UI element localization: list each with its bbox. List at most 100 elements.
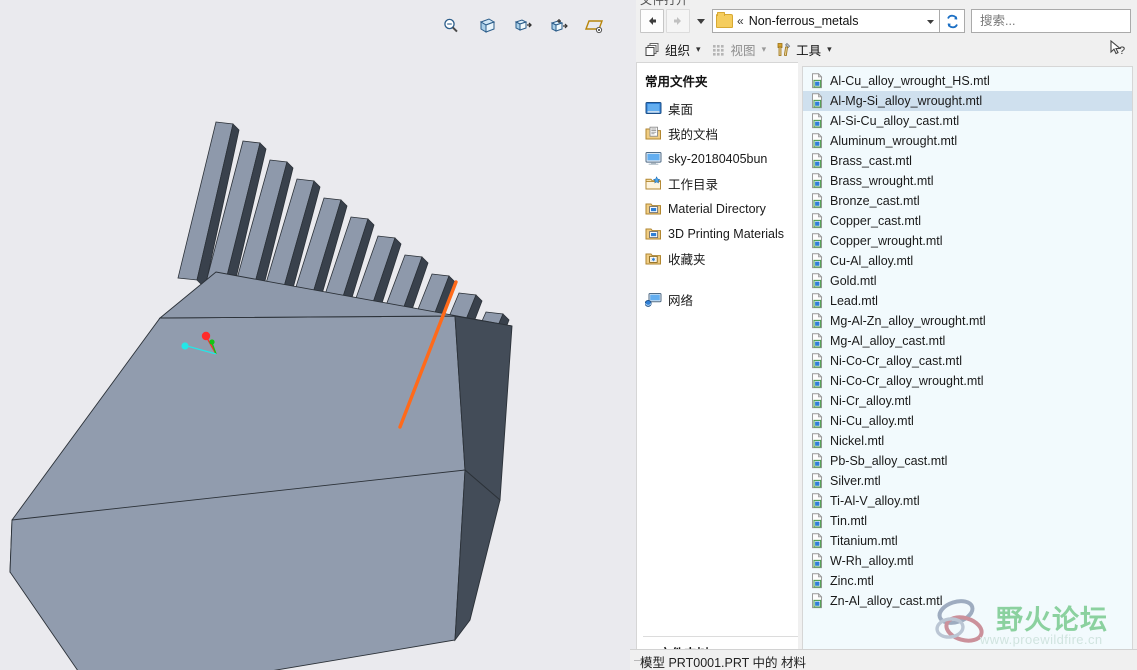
search-input-wrapper[interactable] bbox=[971, 9, 1131, 33]
file-list-item[interactable]: Nickel.mtl bbox=[803, 431, 1132, 451]
file-list-item[interactable]: Ni-Cr_alloy.mtl bbox=[803, 391, 1132, 411]
file-list-item[interactable]: Brass_cast.mtl bbox=[803, 151, 1132, 171]
file-name-label: Mg-Al-Zn_alloy_wrought.mtl bbox=[830, 314, 986, 328]
view-manager-icon[interactable] bbox=[546, 14, 572, 38]
file-list-item[interactable]: Tin.mtl bbox=[803, 511, 1132, 531]
computer-icon bbox=[645, 152, 662, 165]
file-list-item[interactable]: Zinc.mtl bbox=[803, 571, 1132, 591]
file-list-item[interactable]: Brass_wrought.mtl bbox=[803, 171, 1132, 191]
file-list-item[interactable]: Aluminum_wrought.mtl bbox=[803, 131, 1132, 151]
file-name-label: Ti-Al-V_alloy.mtl bbox=[830, 494, 920, 508]
search-input[interactable] bbox=[978, 13, 1124, 29]
breadcrumb-overflow-chevron[interactable]: « bbox=[737, 14, 744, 28]
menu-organize-label: 组织 bbox=[665, 43, 691, 58]
sidebar-item-material-directory[interactable]: Material Directory bbox=[643, 196, 798, 221]
file-name-label: W-Rh_alloy.mtl bbox=[830, 554, 914, 568]
material-file-icon bbox=[812, 253, 823, 269]
file-list-item[interactable]: Al-Si-Cu_alloy_cast.mtl bbox=[803, 111, 1132, 131]
dialog-body: 常用文件夹 桌面 我的文档 sky-20180405bun 工作目录 Mater… bbox=[636, 62, 1137, 670]
file-name-label: Brass_wrought.mtl bbox=[830, 174, 934, 188]
file-list-item[interactable]: Ti-Al-V_alloy.mtl bbox=[803, 491, 1132, 511]
file-name-label: Titanium.mtl bbox=[830, 534, 898, 548]
file-list-item[interactable]: Mg-Al-Zn_alloy_wrought.mtl bbox=[803, 311, 1132, 331]
file-name-label: Al-Mg-Si_alloy_wrought.mtl bbox=[830, 94, 983, 108]
file-name-label: Silver.mtl bbox=[830, 474, 881, 488]
model-canvas[interactable] bbox=[0, 0, 636, 670]
file-list-item[interactable]: Ni-Co-Cr_alloy_cast.mtl bbox=[803, 351, 1132, 371]
chevron-down-icon[interactable] bbox=[923, 11, 937, 31]
file-list-item[interactable]: Bronze_cast.mtl bbox=[803, 191, 1132, 211]
help-pointer-icon[interactable]: ? bbox=[1109, 39, 1127, 61]
menu-tools[interactable]: 工具 ▾ bbox=[773, 37, 839, 61]
material-file-icon bbox=[812, 233, 823, 249]
material-file-icon bbox=[812, 113, 823, 129]
forward-button[interactable] bbox=[666, 9, 690, 33]
material-file-icon bbox=[812, 593, 823, 609]
sidebar-item-my-documents[interactable]: 我的文档 bbox=[643, 121, 798, 146]
back-button[interactable] bbox=[640, 9, 664, 33]
history-dropdown-button[interactable] bbox=[692, 9, 710, 33]
sidebar-item-favorites[interactable]: 收藏夹 bbox=[643, 246, 798, 271]
file-list-item[interactable]: Ni-Cu_alloy.mtl bbox=[803, 411, 1132, 431]
file-list-item[interactable]: W-Rh_alloy.mtl bbox=[803, 551, 1132, 571]
file-list-item[interactable]: Lead.mtl bbox=[803, 291, 1132, 311]
breadcrumb-current-folder: Non-ferrous_metals bbox=[748, 14, 859, 28]
file-name-label: Lead.mtl bbox=[830, 294, 878, 308]
desktop-icon bbox=[645, 102, 662, 114]
file-name-label: Ni-Cu_alloy.mtl bbox=[830, 414, 914, 428]
file-name-label: Mg-Al_alloy_cast.mtl bbox=[830, 334, 946, 348]
file-list-item[interactable]: Al-Cu_alloy_wrought_HS.mtl bbox=[803, 71, 1132, 91]
menu-organize[interactable]: 组织 ▾ bbox=[642, 37, 708, 61]
file-list-item[interactable]: Copper_cast.mtl bbox=[803, 211, 1132, 231]
menu-views-label: 视图 bbox=[730, 43, 756, 58]
file-list-item[interactable]: Titanium.mtl bbox=[803, 531, 1132, 551]
sidebar-item-working-directory[interactable]: 工作目录 bbox=[643, 171, 798, 196]
sidebar-item-computer[interactable]: sky-20180405bun bbox=[643, 146, 798, 171]
material-file-icon bbox=[812, 73, 823, 89]
chevron-down-icon: ▾ bbox=[696, 43, 701, 54]
saved-view-icon[interactable] bbox=[510, 14, 536, 38]
views-grid-icon bbox=[712, 44, 724, 56]
dialog-title-strip: 文件打开 bbox=[636, 0, 1137, 6]
cad-view-toolbar[interactable] bbox=[432, 12, 614, 40]
places-sidebar: 常用文件夹 桌面 我的文档 sky-20180405bun 工作目录 Mater… bbox=[636, 62, 798, 670]
reorient-view-icon[interactable] bbox=[474, 14, 500, 38]
file-name-label: Ni-Co-Cr_alloy_wrought.mtl bbox=[830, 374, 984, 388]
file-list-item[interactable]: Zn-Al_alloy_cast.mtl bbox=[803, 591, 1132, 611]
file-name-label: Pb-Sb_alloy_cast.mtl bbox=[830, 454, 948, 468]
refresh-icon[interactable] bbox=[940, 9, 965, 33]
svg-text:?: ? bbox=[1119, 45, 1125, 57]
file-list-item[interactable]: Ni-Co-Cr_alloy_wrought.mtl bbox=[803, 371, 1132, 391]
datum-display-icon[interactable] bbox=[582, 14, 608, 38]
material-file-icon bbox=[812, 213, 823, 229]
file-list-item[interactable]: Cu-Al_alloy.mtl bbox=[803, 251, 1132, 271]
file-name-label: Al-Si-Cu_alloy_cast.mtl bbox=[830, 114, 960, 128]
file-name-label: Cu-Al_alloy.mtl bbox=[830, 254, 914, 268]
organize-icon bbox=[645, 42, 659, 56]
file-list-item[interactable]: Pb-Sb_alloy_cast.mtl bbox=[803, 451, 1132, 471]
file-list-item[interactable]: Al-Mg-Si_alloy_wrought.mtl bbox=[803, 91, 1132, 111]
menu-views[interactable]: 视图 ▾ bbox=[708, 37, 774, 61]
file-list-item[interactable]: Copper_wrought.mtl bbox=[803, 231, 1132, 251]
material-file-icon bbox=[812, 313, 823, 329]
sidebar-item-network[interactable]: 网络 bbox=[643, 287, 798, 312]
file-list[interactable]: Al-Cu_alloy_wrought_HS.mtl Al-Mg-Si_alloy… bbox=[802, 66, 1133, 660]
file-name-label: Copper_wrought.mtl bbox=[830, 234, 943, 248]
sidebar-item-label: 3D Printing Materials bbox=[668, 226, 785, 241]
file-list-item[interactable]: Gold.mtl bbox=[803, 271, 1132, 291]
file-name-label: Ni-Co-Cr_alloy_cast.mtl bbox=[830, 354, 962, 368]
file-list-item[interactable]: Mg-Al_alloy_cast.mtl bbox=[803, 331, 1132, 351]
file-list-item[interactable]: Silver.mtl bbox=[803, 471, 1132, 491]
sidebar-item-label: 桌面 bbox=[668, 103, 694, 117]
file-name-label: Zn-Al_alloy_cast.mtl bbox=[830, 594, 943, 608]
sidebar-item-3d-printing-materials[interactable]: 3D Printing Materials bbox=[643, 221, 798, 246]
address-bar[interactable]: « Non-ferrous_metals bbox=[712, 9, 940, 33]
file-name-label: Al-Cu_alloy_wrought_HS.mtl bbox=[830, 74, 990, 88]
working-directory-icon bbox=[645, 176, 661, 190]
sidebar-item-label: Material Directory bbox=[668, 201, 766, 216]
zoom-in-icon[interactable] bbox=[438, 14, 464, 38]
file-name-label: Zinc.mtl bbox=[830, 574, 874, 588]
material-file-icon bbox=[812, 473, 823, 489]
cad-viewport[interactable] bbox=[0, 0, 636, 670]
sidebar-item-desktop[interactable]: 桌面 bbox=[643, 96, 798, 121]
